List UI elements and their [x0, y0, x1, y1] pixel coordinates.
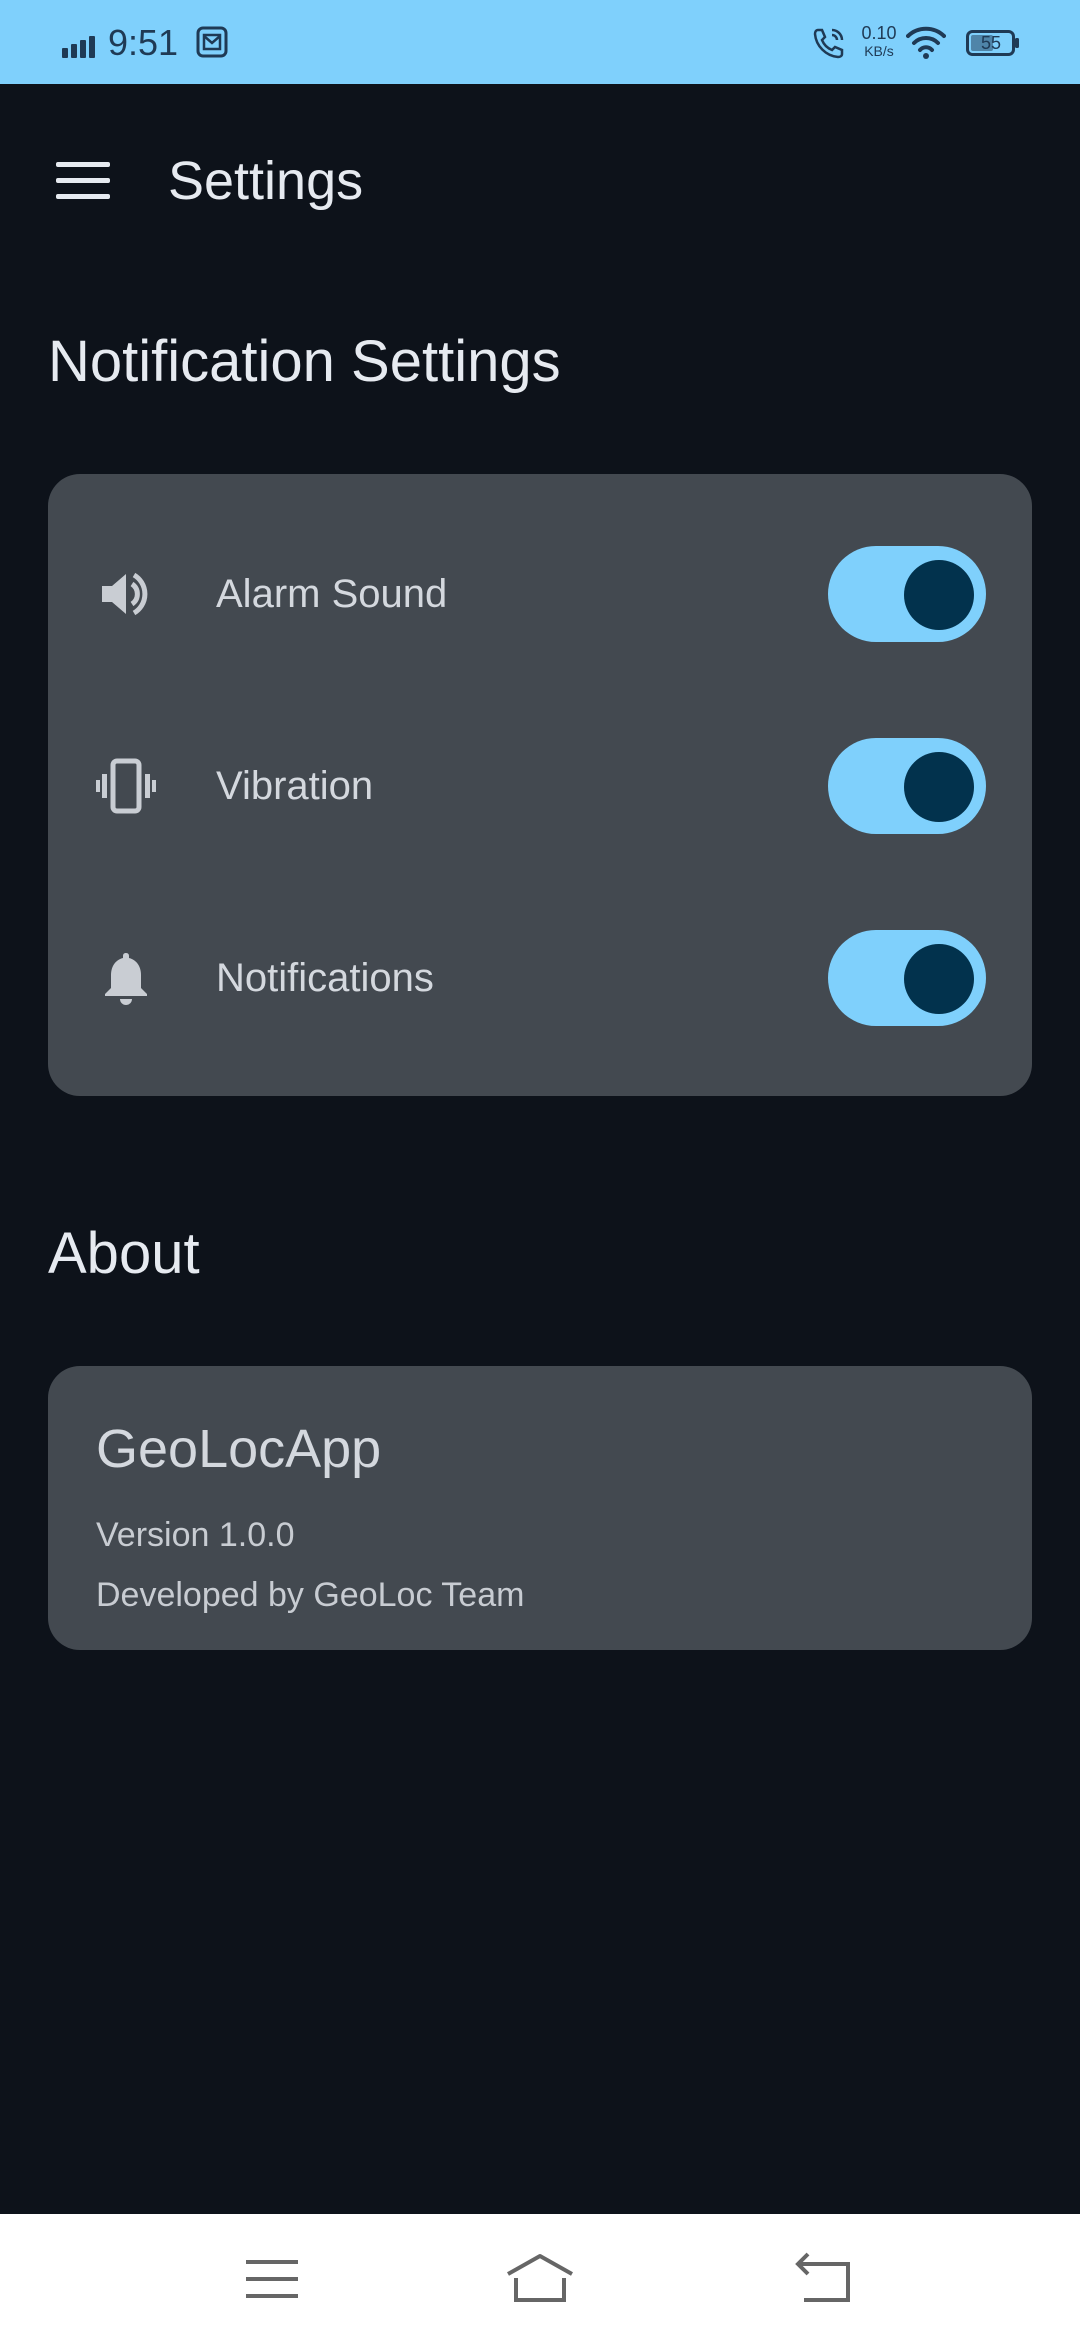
back-icon[interactable]	[784, 2244, 864, 2314]
page-title: Settings	[168, 151, 364, 211]
mail-icon	[196, 26, 228, 58]
setting-row-vibration[interactable]: Vibration	[48, 736, 1032, 836]
about-heading: About	[48, 1221, 200, 1286]
vibration-icon	[96, 758, 156, 814]
home-icon[interactable]	[500, 2244, 580, 2314]
notification-settings-card: Alarm Sound Vibration Notifications	[48, 474, 1032, 1096]
app-name: GeoLocApp	[96, 1419, 382, 1479]
network-speed-value: 0.10	[861, 23, 897, 43]
app-version: Version 1.0.0	[96, 1516, 295, 1554]
setting-row-notifications[interactable]: Notifications	[48, 928, 1032, 1028]
vibration-toggle[interactable]	[828, 738, 986, 834]
status-bar: 9:51 0.10 KB/s 55	[0, 0, 1080, 84]
alarm-sound-toggle[interactable]	[828, 546, 986, 642]
network-speed: 0.10 KB/s	[854, 24, 904, 58]
status-time: 9:51	[108, 22, 179, 63]
wifi-icon	[906, 26, 946, 59]
network-speed-unit: KB/s	[864, 43, 894, 59]
battery-level: 55	[980, 33, 1002, 53]
about-card: GeoLocApp Version 1.0.0 Developed by Geo…	[48, 1366, 1032, 1650]
notifications-toggle[interactable]	[828, 930, 986, 1026]
recent-apps-icon[interactable]	[232, 2244, 312, 2314]
toggle-knob	[904, 944, 974, 1014]
setting-label: Alarm Sound	[216, 572, 448, 616]
notification-settings-heading: Notification Settings	[48, 329, 561, 394]
setting-label: Notifications	[216, 956, 434, 1000]
signal-icon	[62, 36, 95, 58]
toggle-knob	[904, 560, 974, 630]
app-developer: Developed by GeoLoc Team	[96, 1576, 525, 1614]
wifi-call-icon	[813, 28, 844, 59]
speaker-icon	[102, 572, 148, 616]
toggle-knob	[904, 752, 974, 822]
system-nav-bar	[0, 2214, 1080, 2340]
setting-label: Vibration	[216, 764, 374, 808]
setting-row-alarm-sound[interactable]: Alarm Sound	[48, 544, 1032, 644]
hamburger-menu-icon[interactable]	[54, 158, 114, 204]
bell-icon	[105, 953, 147, 1005]
